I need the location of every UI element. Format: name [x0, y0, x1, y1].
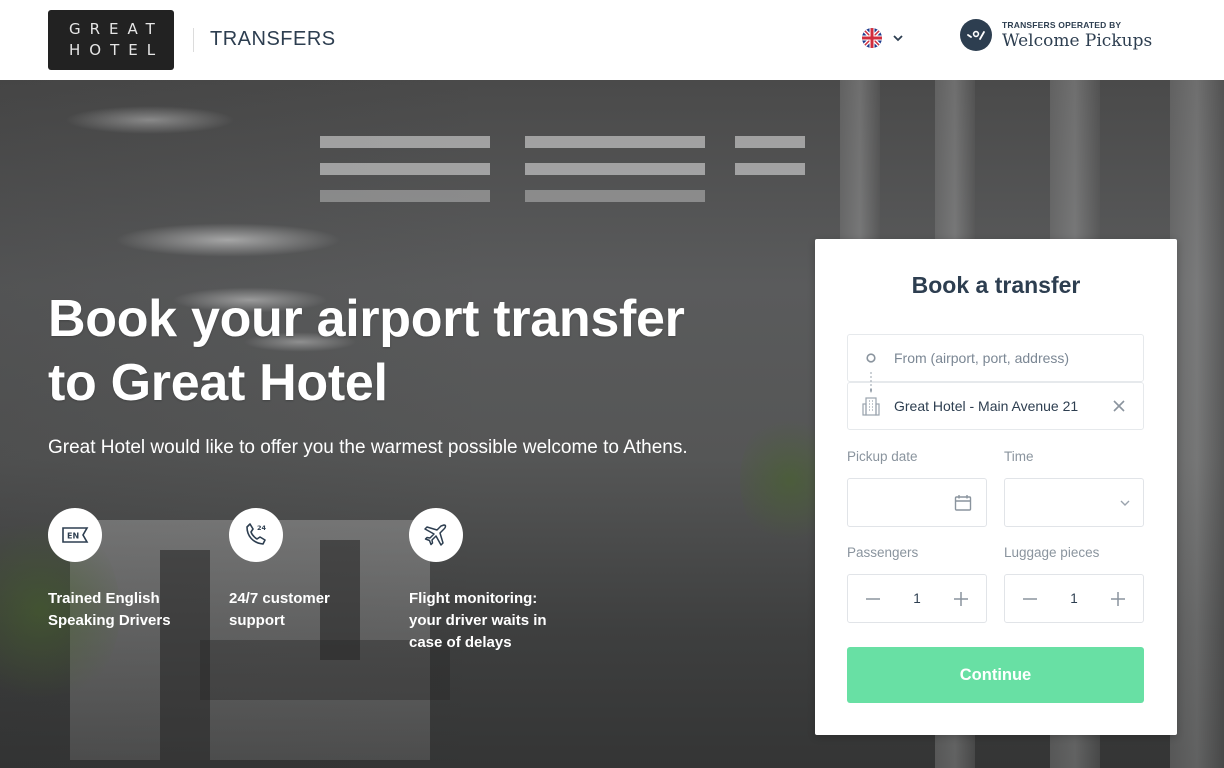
pillar	[1170, 80, 1224, 768]
feature-text-line: your driver waits in	[409, 612, 547, 629]
hero-title-line-2: to Great Hotel	[48, 354, 388, 412]
luggage-value: 1	[1070, 591, 1078, 606]
passengers-value: 1	[913, 591, 921, 606]
pillar	[840, 80, 880, 240]
header-divider	[193, 28, 194, 52]
phone-24-icon: 24	[229, 508, 283, 562]
luggage-label: Luggage pieces	[1004, 545, 1100, 560]
passengers-stepper[interactable]: 1	[847, 574, 987, 623]
time-select[interactable]	[1004, 478, 1144, 527]
logo-line-1: GREAT	[69, 20, 164, 38]
section-title: TRANSFERS	[210, 28, 336, 50]
ceiling-light	[735, 136, 805, 148]
svg-text:24: 24	[257, 524, 267, 532]
plus-icon[interactable]	[1109, 590, 1127, 608]
to-location-value[interactable]: Great Hotel - Main Avenue 21	[894, 398, 1104, 414]
feature-text-line: Speaking Drivers	[48, 612, 171, 629]
clear-destination-icon[interactable]	[1111, 398, 1127, 414]
calendar-icon	[954, 495, 972, 511]
pickup-date-label: Pickup date	[847, 449, 918, 464]
ceiling-light	[320, 163, 490, 175]
luggage-stepper[interactable]: 1	[1004, 574, 1144, 623]
operator-name: Welcome Pickups	[1002, 30, 1153, 51]
welcome-pickups-brand[interactable]: TRANSFERS OPERATED BY Welcome Pickups	[960, 19, 1152, 51]
feature-english-drivers: EN Trained English Speaking Drivers	[48, 508, 171, 632]
to-location-field[interactable]: Great Hotel - Main Avenue 21	[847, 382, 1144, 430]
welcome-pickups-logo-icon	[960, 19, 992, 51]
from-location-input[interactable]	[894, 350, 1104, 366]
svg-text:EN: EN	[67, 532, 79, 541]
booking-card: Book a transfer Great Hotel - Main Avenu…	[815, 239, 1177, 735]
ceiling-light	[320, 136, 490, 148]
language-selector[interactable]	[862, 28, 904, 48]
time-label: Time	[1004, 449, 1034, 464]
continue-button[interactable]: Continue	[847, 647, 1144, 703]
route-connector-icon	[870, 372, 872, 393]
feature-text-line: 24/7 customer	[229, 590, 330, 607]
hero-title-line-1: Book your airport transfer	[48, 290, 685, 348]
great-hotel-logo[interactable]: GREAT HOTEL	[48, 10, 174, 70]
feature-customer-support: 24 24/7 customer support	[229, 508, 330, 632]
ceiling-light	[525, 163, 705, 175]
ceiling-light	[735, 163, 805, 175]
feature-text-line: Flight monitoring:	[409, 590, 538, 607]
operator-caption: TRANSFERS OPERATED BY	[1002, 19, 1122, 30]
uk-flag-icon	[862, 28, 882, 48]
passengers-label: Passengers	[847, 545, 919, 560]
hotel-building-icon	[848, 396, 894, 416]
ceiling-light	[525, 136, 705, 148]
header: GREAT HOTEL TRANSFERS TRANSFERS OPERATED…	[0, 0, 1224, 80]
booking-title: Book a transfer	[911, 272, 1081, 298]
pickup-date-input[interactable]	[847, 478, 987, 527]
chevron-down-icon	[1120, 500, 1130, 506]
ceiling-light	[320, 190, 490, 202]
hero-title: Book your airport transfer to Great Hote…	[48, 287, 685, 415]
logo-line-2: HOTEL	[69, 41, 165, 59]
plus-icon[interactable]	[952, 590, 970, 608]
airplane-icon	[409, 508, 463, 562]
feature-text-line: support	[229, 612, 285, 629]
minus-icon[interactable]	[1021, 590, 1039, 608]
feature-flight-monitoring: Flight monitoring: your driver waits in …	[409, 508, 547, 654]
feature-text-line: Trained English	[48, 590, 160, 607]
chevron-down-icon	[893, 35, 903, 42]
feature-text-line: case of delays	[409, 634, 512, 651]
minus-icon[interactable]	[864, 590, 882, 608]
origin-circle-icon	[848, 352, 894, 364]
english-speaking-icon: EN	[48, 508, 102, 562]
ceiling-light	[525, 190, 705, 202]
hero-subtitle: Great Hotel would like to offer you the …	[48, 437, 688, 458]
from-location-field[interactable]	[847, 334, 1144, 382]
